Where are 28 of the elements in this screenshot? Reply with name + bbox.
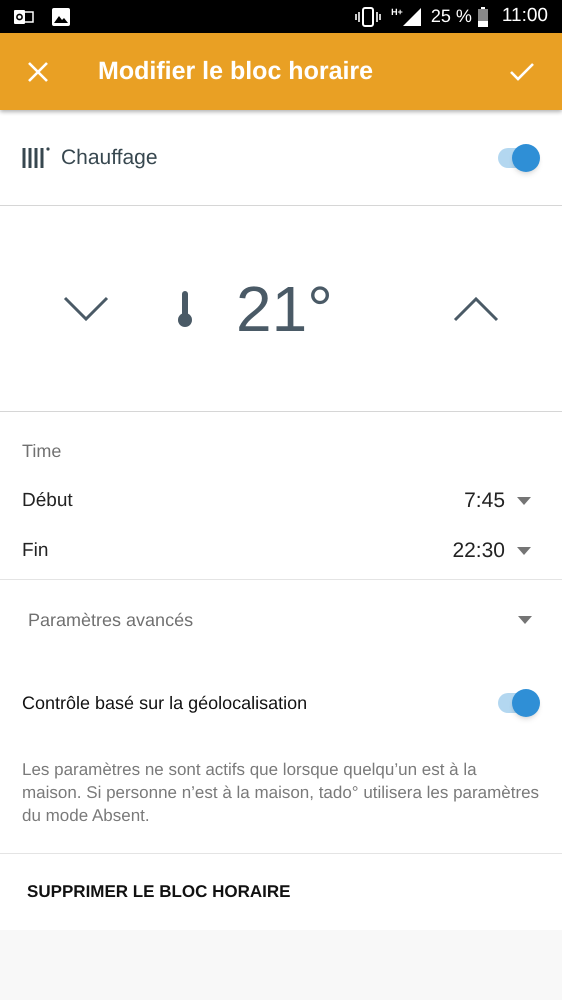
section-heading: Time: [22, 440, 62, 463]
clock: 11:00: [502, 4, 548, 28]
signal-icon: [402, 8, 421, 26]
dropdown-caret-icon: [518, 616, 532, 624]
dropdown-caret-icon: [517, 547, 531, 555]
temperature-value: 21°: [236, 276, 333, 340]
thermometer-icon: [176, 290, 194, 326]
delete-button[interactable]: SUPPRIMER LE BLOC HORAIRE: [0, 854, 562, 930]
battery-icon: [478, 6, 488, 26]
window-title: Modifier le bloc horaire: [98, 56, 374, 87]
time-label: Fin: [22, 538, 48, 563]
time-dropdown[interactable]: 22:30: [452, 535, 540, 567]
dropdown-caret-icon: [517, 497, 531, 505]
vibrate-icon: [355, 6, 382, 26]
battery-percentage: 25 %: [430, 5, 472, 28]
toggle-switch[interactable]: [496, 689, 540, 717]
advanced-settings-dropdown[interactable]: Paramètres avancés: [0, 580, 562, 666]
mail-app-icon: [14, 8, 34, 26]
close-button[interactable]: [26, 60, 50, 84]
geolocation-label: Contrôle basé sur la géolocalisation: [22, 692, 308, 715]
radiator-icon: [22, 146, 50, 170]
time-dropdown[interactable]: 7:45: [464, 485, 540, 517]
heating-label: Chauffage: [61, 144, 158, 171]
time-label: Début: [22, 488, 73, 513]
toggle-switch[interactable]: [496, 144, 540, 172]
network-type-label: H+: [391, 8, 403, 17]
image-icon: [52, 8, 70, 26]
geolocation-description: Les paramètres ne sont actifs que lorsque quelqu’un est à la maison. Si personne n’est à la maison, tado° utilisera les paramètres du mode Absent.: [22, 759, 540, 827]
